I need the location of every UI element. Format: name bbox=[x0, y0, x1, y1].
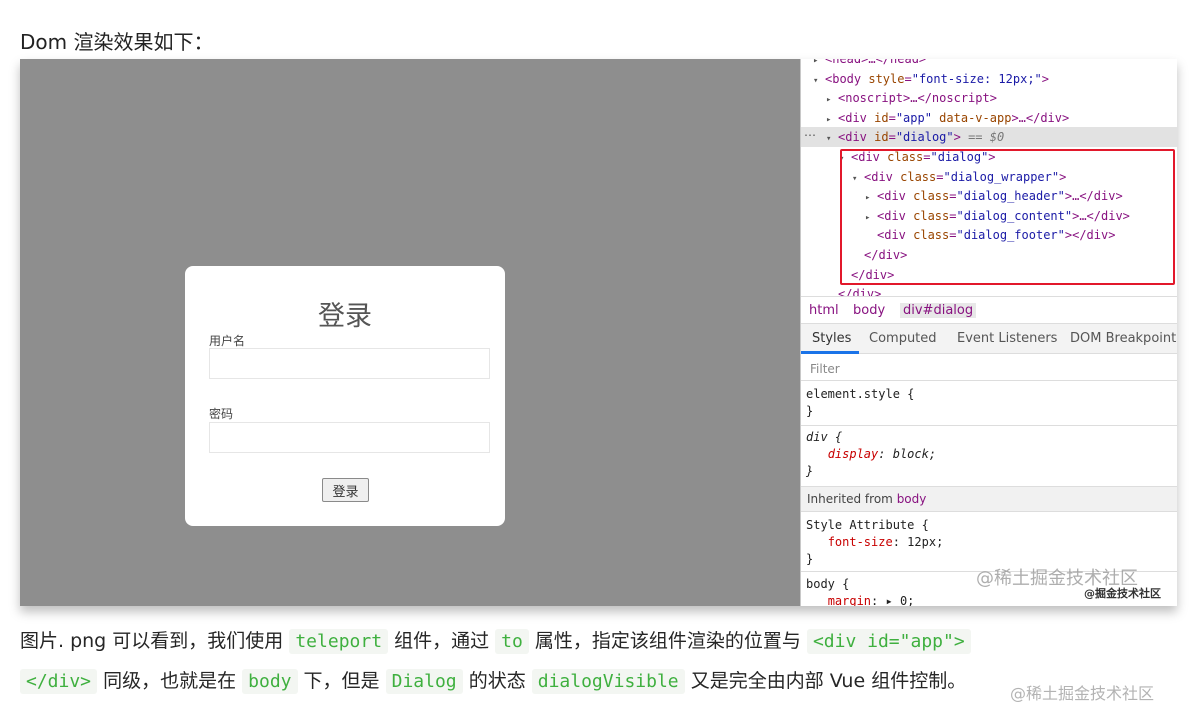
element-style-rule: element.style { } bbox=[806, 387, 915, 418]
body-style-rule: body { margin: ▸ 0; bbox=[806, 577, 915, 606]
dom-node-line[interactable]: ▸ <head>…</head> bbox=[813, 59, 926, 69]
expand-down-icon[interactable]: ▾ bbox=[813, 72, 825, 91]
highlight-box bbox=[840, 149, 1175, 285]
screenshot-figure: 登录 用户名 密码 登录 ⋯ ▸ <head>…</head> ▾ <body sty… bbox=[20, 59, 1177, 606]
breadcrumb: html body div#dialog bbox=[801, 296, 1177, 324]
paragraph-line-1: 图片. png 可以看到，我们使用 teleport 组件，通过 to 属性，指… bbox=[20, 626, 1177, 654]
tab-computed[interactable]: Computed bbox=[869, 331, 937, 346]
expand-right-icon[interactable]: ▸ bbox=[826, 91, 838, 110]
style-attribute-rule: Style Attribute { font-size: 12px; } bbox=[806, 518, 944, 566]
div-style-rule: div { display: block; } bbox=[806, 430, 937, 478]
password-label: 密码 bbox=[209, 407, 234, 421]
paragraph-line-2: </div> 同级，也就是在 body 下，但是 Dialog 的状态 dial… bbox=[20, 666, 1177, 694]
dom-node-line[interactable]: ▾ <div id="dialog"> == $0 bbox=[826, 128, 1004, 147]
password-input[interactable] bbox=[209, 422, 490, 453]
login-dialog: 登录 用户名 密码 登录 bbox=[185, 266, 505, 526]
filter-input[interactable]: Filter bbox=[801, 357, 1177, 381]
breadcrumb-div-dialog[interactable]: div#dialog bbox=[900, 303, 977, 318]
dom-node-line[interactable]: ▾ <body style="font-size: 12px;"> bbox=[813, 70, 1049, 89]
tab-dom-breakpoints[interactable]: DOM Breakpoints bbox=[1070, 331, 1177, 346]
more-icon[interactable]: ⋯ bbox=[804, 128, 816, 142]
username-label: 用户名 bbox=[209, 334, 246, 348]
username-input[interactable] bbox=[209, 348, 490, 379]
devtools-panel: ⋯ ▸ <head>…</head> ▾ <body style="font-size… bbox=[800, 59, 1177, 606]
paragraph-watermark: @稀土掘金技术社区 bbox=[1010, 684, 1155, 703]
expand-down-icon[interactable]: ▾ bbox=[826, 130, 838, 149]
watermark-small: @掘金技术社区 bbox=[1084, 587, 1161, 600]
dom-node-line[interactable]: ▸ <noscript>…</noscript> bbox=[826, 89, 997, 108]
devtools-tabs: Styles Computed Event Listeners DOM Brea… bbox=[801, 324, 1177, 354]
tab-event-listeners[interactable]: Event Listeners bbox=[957, 331, 1057, 346]
section-heading: Dom 渲染效果如下： bbox=[20, 30, 214, 54]
breadcrumb-body[interactable]: body bbox=[853, 303, 885, 318]
expand-right-icon[interactable]: ▸ bbox=[826, 111, 838, 130]
inherited-from-bar: Inherited from body bbox=[801, 486, 1177, 512]
login-title: 登录 bbox=[318, 301, 372, 332]
breadcrumb-html[interactable]: html bbox=[809, 303, 839, 318]
dom-node-line[interactable]: ▸ <div id="app" data-v-app>…</div> bbox=[826, 109, 1069, 128]
active-tab-indicator bbox=[801, 351, 859, 354]
tab-styles[interactable]: Styles bbox=[812, 331, 851, 346]
login-button[interactable]: 登录 bbox=[322, 478, 369, 502]
